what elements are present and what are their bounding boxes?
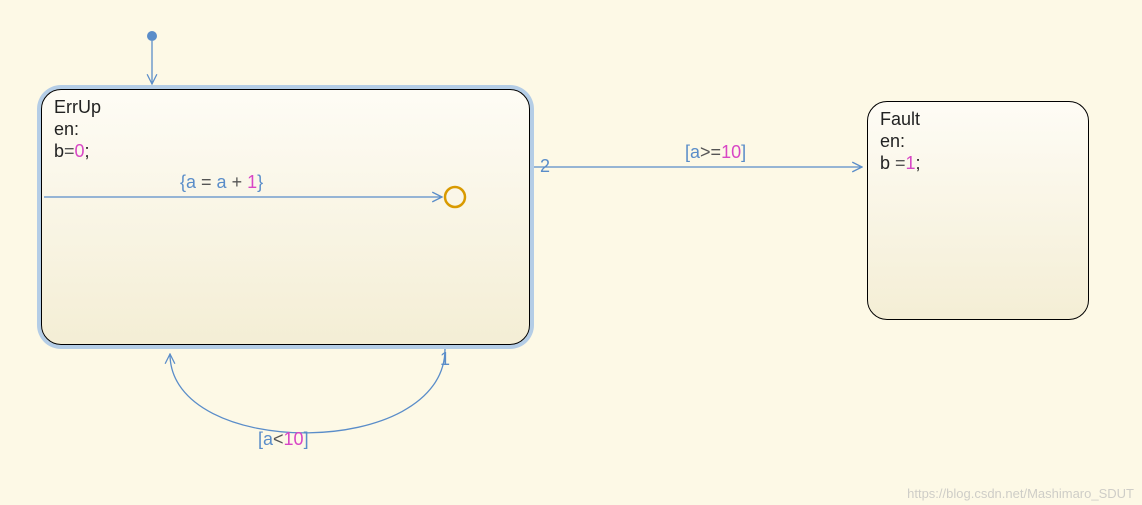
self-transition-priority: 1 bbox=[440, 349, 450, 369]
state-errup[interactable]: ErrUp en: b=0; bbox=[41, 89, 530, 345]
default-transition-dot bbox=[147, 31, 157, 41]
state-errup-entry-key: en: bbox=[54, 118, 517, 140]
junction[interactable] bbox=[445, 187, 465, 207]
to-fault-guard: [a>=10] bbox=[685, 142, 746, 162]
state-errup-name: ErrUp bbox=[54, 96, 517, 118]
self-transition-guard: [a<10] bbox=[258, 429, 309, 449]
state-fault-name: Fault bbox=[880, 108, 1076, 130]
self-transition bbox=[170, 349, 445, 433]
state-fault-entry-key: en: bbox=[880, 130, 1076, 152]
stateflow-canvas: ErrUp en: b=0; Fault en: b =1; {a = a + … bbox=[0, 0, 1142, 505]
state-errup-entry-action: b=0; bbox=[54, 140, 517, 162]
to-fault-priority: 2 bbox=[540, 156, 550, 176]
state-fault[interactable]: Fault en: b =1; bbox=[867, 101, 1089, 320]
watermark: https://blog.csdn.net/Mashimaro_SDUT bbox=[907, 486, 1134, 501]
state-fault-entry-action: b =1; bbox=[880, 152, 1076, 174]
